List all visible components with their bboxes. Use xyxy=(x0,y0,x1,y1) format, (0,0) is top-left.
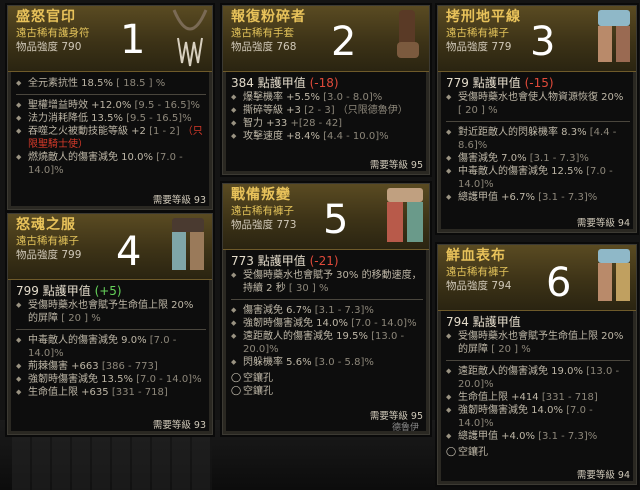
affix-line: 撕碎等級 +3 [2 - 3] （只限德魯伊） xyxy=(231,104,423,117)
item-header: 盛怒官印 遠古稀有護身符 物品強度 790 1 xyxy=(8,6,212,72)
required-level: 需要等級 93 xyxy=(152,195,206,206)
item-body: 799 點護甲值 (+5) 受傷時藥水也會賦予生命值上限 20% 的屏障 [ 2… xyxy=(8,280,212,399)
affix-line: 荊棘傷害 +663 [386 - 773] xyxy=(16,360,206,373)
item-header: 怒魂之服 遠古稀有褲子 物品強度 799 4 xyxy=(8,214,212,280)
annotation-number: 4 xyxy=(116,229,142,275)
affix-line: 強韌時傷害減免 14.0% [7.0 - 14.0]% xyxy=(231,317,423,330)
affix-line: 聖權增益時效 +12.0% [9.5 - 16.5]% xyxy=(16,99,206,112)
implicit-line: 受傷時藥水也會使人物資源恢復 20% [ 20 ] % xyxy=(446,91,630,117)
pants-image xyxy=(387,188,423,242)
divider xyxy=(446,360,630,361)
implicit-line: 受傷時藥水也會賦予生命值上限 20% 的屏障 [ 20 ] % xyxy=(446,330,630,356)
affix-line: 傷害減免 6.7% [3.1 - 7.3]% xyxy=(231,304,423,317)
annotation-number: 2 xyxy=(331,19,357,65)
item-card-amulet[interactable]: 盛怒官印 遠古稀有護身符 物品強度 790 1 全元素抗性 18.5% [ 18… xyxy=(5,3,215,212)
affix-line: 強韌時傷害減免 14.0% [7.0 - 14.0]% xyxy=(446,404,630,430)
pants-image xyxy=(172,218,204,270)
item-header: 拷刑地平線 遠古稀有褲子 物品強度 779 3 xyxy=(438,6,636,72)
affix-line: 燃燒敵人的傷害減免 10.0% [7.0 - 14.0]% xyxy=(16,151,206,177)
implicit-line: 受傷時藥水也會賦予生命值上限 20% 的屏障 [ 20 ] % xyxy=(16,299,206,325)
item-card-pants-horizon[interactable]: 拷刑地平線 遠古稀有褲子 物品強度 779 3 779 點護甲值 (-15) 受… xyxy=(435,3,639,235)
required-level: 需要等級 95 xyxy=(369,160,423,171)
amulet-image xyxy=(172,9,208,67)
pants-image xyxy=(598,10,630,62)
affix-line: 中毒敵人的傷害減免 9.0% [7.0 - 14.0]% xyxy=(16,334,206,360)
item-card-pants-rebellion[interactable]: 戰備叛變 遠古稀有褲子 物品強度 773 5 773 點護甲值 (-21) 受傷… xyxy=(220,181,432,437)
pants-image xyxy=(598,249,630,301)
item-card-pants-fury[interactable]: 怒魂之服 遠古稀有褲子 物品強度 799 4 799 點護甲值 (+5) 受傷時… xyxy=(5,211,215,437)
item-body: 384 點護甲值 (-18) 爆擊機率 +5.5% [3.0 - 8.0]% 撕… xyxy=(223,72,429,143)
affix-line: 對近距敵人的閃躲機率 8.3% [4.4 - 8.6]% xyxy=(446,126,630,152)
item-body: 794 點護甲值 受傷時藥水也會賦予生命值上限 20% 的屏障 [ 20 ] %… xyxy=(438,311,636,459)
required-level: 需要等級 94 xyxy=(576,218,630,229)
item-card-gloves[interactable]: 報復粉碎者 遠古稀有手套 物品強度 768 2 384 點護甲值 (-18) 爆… xyxy=(220,3,432,177)
armor-value: 779 點護甲值 (-15) xyxy=(446,76,554,90)
required-level: 需要等級 94 xyxy=(576,470,630,481)
background-inventory-grid xyxy=(12,432,212,490)
item-body: 全元素抗性 18.5% [ 18.5 ] % 聖權增益時效 +12.0% [9.… xyxy=(8,72,212,177)
item-card-pants-blood[interactable]: 鮮血表布 遠古稀有褲子 物品強度 794 6 794 點護甲值 受傷時藥水也會賦… xyxy=(435,242,639,487)
annotation-number: 5 xyxy=(323,197,349,243)
annotation-number: 1 xyxy=(120,17,146,63)
class-note: 德魯伊 xyxy=(391,423,419,433)
affix-line: 強韌時傷害減免 13.5% [7.0 - 14.0]% xyxy=(16,373,206,386)
item-header: 鮮血表布 遠古稀有褲子 物品強度 794 6 xyxy=(438,245,636,311)
implicit-line: 受傷時藥水也會賦予 30% 的移動速度，持續 2 秒 [ 30 ] % xyxy=(231,269,423,295)
divider xyxy=(231,299,423,300)
affix-line: 中毒敵人的傷害減免 12.5% [7.0 - 14.0]% xyxy=(446,165,630,191)
item-body: 773 點護甲值 (-21) 受傷時藥水也會賦予 30% 的移動速度，持續 2 … xyxy=(223,250,429,398)
armor-value: 384 點護甲值 (-18) xyxy=(231,76,339,90)
affix-line: 法力消耗降低 13.5% [9.5 - 16.5]% xyxy=(16,112,206,125)
affix-line: 傷害減免 7.0% [3.1 - 7.3]% xyxy=(446,152,630,165)
affix-line: 吞噬之火被動技能等級 +2 [1 - 2] （只限聖騎士使） xyxy=(16,125,206,151)
item-header: 報復粉碎者 遠古稀有手套 物品強度 768 2 xyxy=(223,6,429,72)
item-header: 戰備叛變 遠古稀有褲子 物品強度 773 5 xyxy=(223,184,429,250)
empty-socket: 空鑲孔 xyxy=(446,446,630,459)
annotation-number: 3 xyxy=(530,19,556,65)
implicit-line: 全元素抗性 18.5% [ 18.5 ] % xyxy=(16,77,206,90)
armor-value: 794 點護甲值 xyxy=(446,315,521,329)
armor-value: 799 點護甲值 (+5) xyxy=(16,284,122,298)
affix-line: 生命值上限 +414 [331 - 718] xyxy=(446,391,630,404)
divider xyxy=(16,329,206,330)
divider xyxy=(16,94,206,95)
affix-line: 生命值上限 +635 [331 - 718] xyxy=(16,386,206,399)
affix-line: 智力 +33 +[28 - 42] xyxy=(231,117,423,130)
affix-line: 總護甲值 +4.0% [3.1 - 7.3]% xyxy=(446,430,630,443)
required-level: 需要等級 93 xyxy=(152,420,206,431)
divider xyxy=(446,121,630,122)
gloves-image xyxy=(397,10,419,58)
affix-line: 遠距敵人的傷害減免 19.0% [13.0 - 20.0]% xyxy=(446,365,630,391)
affix-line: 遠距敵人的傷害減免 19.5% [13.0 - 20.0]% xyxy=(231,330,423,356)
affix-line: 總護甲值 +6.7% [3.1 - 7.3]% xyxy=(446,191,630,204)
affix-line: 爆擊機率 +5.5% [3.0 - 8.0]% xyxy=(231,91,423,104)
empty-socket: 空鑲孔 xyxy=(231,385,423,398)
annotation-number: 6 xyxy=(546,260,572,306)
affix-line: 閃躲機率 5.6% [3.0 - 5.8]% xyxy=(231,356,423,369)
armor-value: 773 點護甲值 (-21) xyxy=(231,254,339,268)
empty-socket: 空鑲孔 xyxy=(231,372,423,385)
item-body: 779 點護甲值 (-15) 受傷時藥水也會使人物資源恢復 20% [ 20 ]… xyxy=(438,72,636,204)
affix-line: 攻擊速度 +8.4% [4.4 - 10.0]% xyxy=(231,130,423,143)
